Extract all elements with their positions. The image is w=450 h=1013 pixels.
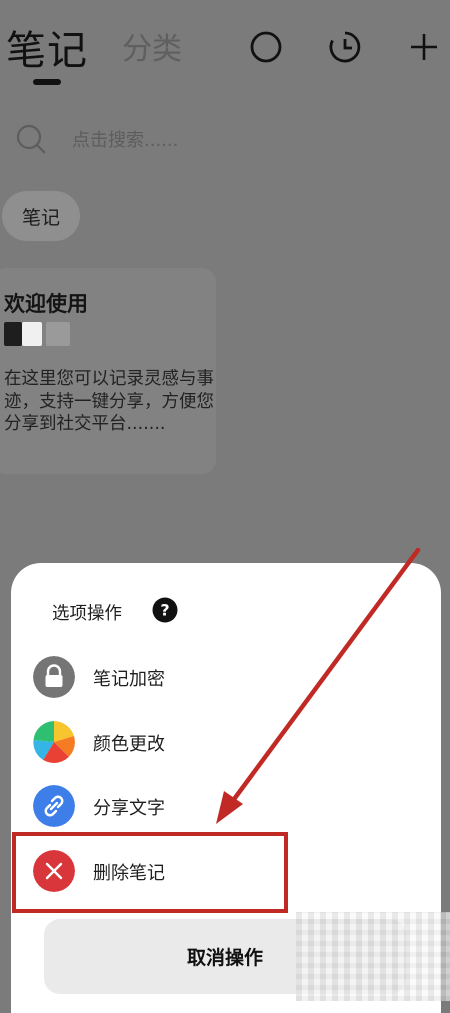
note-card[interactable]: 欢迎使用 在这里您可以记录灵感与事迹，支持一键分享，方便您分享到社交平台....…: [0, 268, 216, 474]
help-icon[interactable]: ?: [152, 597, 178, 623]
note-color-thumbnail: [4, 322, 70, 346]
tab-notes[interactable]: 笔记: [6, 18, 88, 76]
svg-text:?: ?: [160, 601, 169, 620]
link-icon: [33, 785, 75, 827]
option-label: 分享文字: [93, 798, 165, 819]
option-share-text[interactable]: 分享文字: [33, 785, 313, 829]
note-preview-text: 在这里您可以记录灵感与事迹，支持一键分享，方便您分享到社交平台.......: [4, 369, 214, 434]
option-encrypt-note[interactable]: 笔记加密: [33, 656, 313, 700]
tab-category[interactable]: 分类: [122, 24, 182, 68]
tab-indicator: [33, 79, 61, 85]
highlight-box: [12, 832, 288, 913]
note-title: 欢迎使用: [4, 292, 88, 316]
search-input[interactable]: 点击搜索......: [72, 126, 178, 152]
search-icon: [16, 124, 46, 154]
sheet-title: 选项操作: [52, 604, 122, 624]
option-label: 笔记加密: [93, 669, 165, 690]
filter-chip-notes[interactable]: 笔记: [2, 191, 80, 241]
watermark-mosaic: [296, 912, 450, 1001]
option-label: 颜色更改: [93, 734, 165, 755]
lock-icon: [33, 656, 75, 698]
clock-icon[interactable]: [326, 28, 364, 66]
color-wheel-icon: [33, 721, 75, 763]
plus-icon[interactable]: [405, 28, 443, 66]
option-change-color[interactable]: 颜色更改: [33, 721, 313, 765]
circle-icon[interactable]: [247, 28, 285, 66]
